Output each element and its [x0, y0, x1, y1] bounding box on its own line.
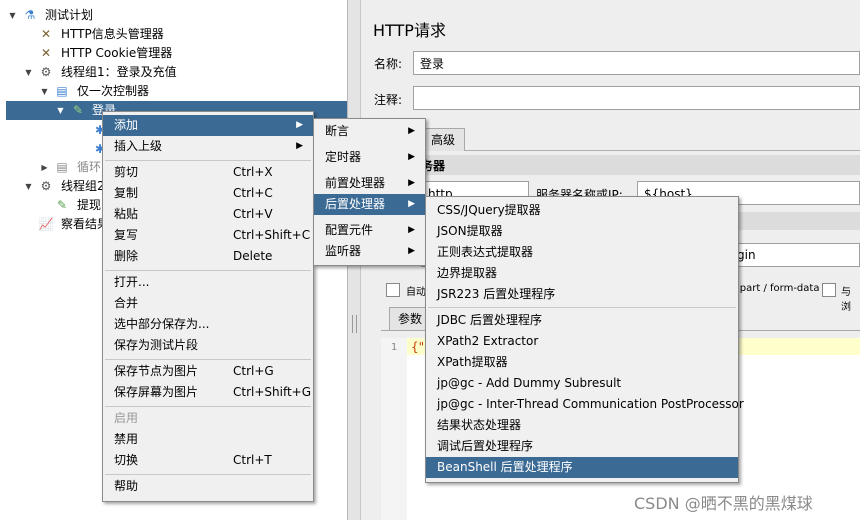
submenu-arrow-icon: ▶ — [408, 126, 415, 136]
menu-item-delete[interactable]: 删除 Delete — [103, 246, 313, 267]
controller-icon: ▤ — [56, 84, 68, 98]
multipart-label: ipart / form-data — [737, 283, 820, 294]
postprocessor-css-jquery-extractor[interactable]: CSS/JQuery提取器 — [426, 200, 738, 221]
postprocessor-inter-thread[interactable]: jp@gc - Inter-Thread Communication PostP… — [426, 394, 744, 415]
expand-toggle-icon[interactable]: ▼ — [24, 63, 33, 82]
expand-toggle-icon[interactable]: ▶ — [40, 158, 49, 177]
menu-item-cut[interactable]: 剪切 Ctrl+X — [103, 162, 313, 183]
add-submenu: 断言 ▶ 定时器 ▶ 前置处理器 ▶ 后置处理器 ▶ 配置元件 ▶ 监听器 ▶ — [313, 118, 426, 266]
submenu-arrow-icon: ▶ — [408, 246, 415, 256]
menu-item-copy[interactable]: 复制 Ctrl+C — [103, 183, 313, 204]
menu-separator — [105, 359, 311, 360]
menu-item-save-screen-image[interactable]: 保存屏幕为图片 Ctrl+Shift+G — [103, 382, 313, 403]
submenu-item-postprocessors[interactable]: 后置处理器 ▶ — [314, 194, 425, 215]
postprocessor-debug[interactable]: 调试后置处理程序 — [426, 436, 738, 457]
menu-item-open[interactable]: 打开... — [103, 272, 313, 293]
submenu-item-config-elements[interactable]: 配置元件 ▶ — [314, 220, 425, 241]
tree-node-cookie-manager[interactable]: ✕ HTTP Cookie管理器 — [0, 44, 347, 63]
menu-item-save-as-test-fragment[interactable]: 保存为测试片段 — [103, 335, 313, 356]
expand-toggle-icon[interactable]: ▼ — [24, 177, 33, 196]
line-number: 1 — [391, 342, 398, 353]
browser-headers-checkbox[interactable] — [822, 283, 836, 297]
postprocessor-json-extractor[interactable]: JSON提取器 — [426, 221, 738, 242]
menu-item-insert-parent[interactable]: 插入上级 ▶ — [103, 136, 313, 157]
name-field[interactable]: 登录 — [413, 51, 860, 75]
menu-item-disable[interactable]: 禁用 — [103, 429, 313, 450]
submenu-arrow-icon: ▶ — [296, 141, 303, 151]
gear-icon: ⚙ — [40, 179, 52, 193]
flask-icon: ⚗ — [24, 8, 36, 22]
postprocessor-submenu: CSS/JQuery提取器 JSON提取器 正则表达式提取器 边界提取器 JSR… — [425, 196, 744, 483]
tree-node-thread-group-1[interactable]: ▼ ⚙ 线程组1：登录及充值 — [0, 63, 347, 82]
context-menu: 添加 ▶ 插入上级 ▶ 剪切 Ctrl+X 复制 Ctrl+C 粘贴 Ctrl+V 复写 C… — [102, 111, 314, 502]
controller-icon: ▤ — [56, 160, 68, 174]
divider-grip[interactable] — [352, 315, 357, 333]
panel-title: HTTP请求 — [373, 21, 446, 40]
postprocessor-result-status[interactable]: 结果状态处理器 — [426, 415, 738, 436]
menu-separator — [428, 307, 736, 308]
submenu-item-listeners[interactable]: 监听器 ▶ — [314, 241, 425, 262]
menu-separator — [105, 160, 311, 161]
path-fragment: gin — [737, 248, 756, 262]
submenu-item-preprocessors[interactable]: 前置处理器 ▶ — [314, 173, 425, 194]
code-fragment: {" — [411, 340, 425, 354]
expand-toggle-icon[interactable]: ▼ — [40, 82, 49, 101]
gear-icon: ⚙ — [40, 65, 52, 79]
postprocessor-xpath2-extractor[interactable]: XPath2 Extractor — [426, 331, 738, 352]
name-label: 名称: — [374, 57, 403, 71]
submenu-item-timers[interactable]: 定时器 ▶ — [314, 147, 425, 168]
watermark: CSDN @晒不黑的黑煤球 — [634, 494, 813, 513]
expand-toggle-icon[interactable]: ▼ — [8, 6, 17, 25]
submenu-arrow-icon: ▶ — [296, 120, 303, 130]
menu-item-help[interactable]: 帮助 — [103, 476, 313, 497]
submenu-arrow-icon: ▶ — [408, 199, 415, 209]
tree-node-test-plan[interactable]: ▼ ⚗ 测试计划 — [0, 6, 347, 25]
postprocessor-jsr223[interactable]: JSR223 后置处理程序 — [426, 284, 738, 305]
browser-checkbox-label: 与浏 — [841, 287, 851, 313]
menu-separator — [105, 406, 311, 407]
submenu-arrow-icon: ▶ — [408, 152, 415, 162]
pipette-icon: ✎ — [56, 198, 68, 212]
comment-field[interactable] — [413, 86, 860, 110]
wrench-icon: ✕ — [40, 46, 52, 60]
pipette-icon: ✎ — [72, 103, 84, 117]
auto-checkbox-label: 自动 — [406, 287, 426, 298]
comment-label: 注释: — [374, 93, 403, 107]
submenu-arrow-icon: ▶ — [408, 225, 415, 235]
editor-gutter — [381, 338, 407, 520]
menu-item-paste[interactable]: 粘贴 Ctrl+V — [103, 204, 313, 225]
submenu-arrow-icon: ▶ — [408, 178, 415, 188]
tree-node-header-manager[interactable]: ✕ HTTP信息头管理器 — [0, 25, 347, 44]
menu-item-add[interactable]: 添加 ▶ — [103, 115, 313, 136]
auto-redirect-checkbox[interactable] — [386, 283, 400, 297]
menu-item-save-selection-as[interactable]: 选中部分保存为... — [103, 314, 313, 335]
postprocessor-jdbc[interactable]: JDBC 后置处理程序 — [426, 310, 738, 331]
postprocessor-xpath-extractor[interactable]: XPath提取器 — [426, 352, 738, 373]
expand-toggle-icon[interactable]: ▼ — [56, 101, 65, 120]
menu-item-save-node-image[interactable]: 保存节点为图片 Ctrl+G — [103, 361, 313, 382]
wrench-icon: ✕ — [40, 27, 52, 41]
menu-item-duplicate[interactable]: 复写 Ctrl+Shift+C — [103, 225, 313, 246]
menu-item-toggle[interactable]: 切换 Ctrl+T — [103, 450, 313, 471]
postprocessor-boundary-extractor[interactable]: 边界提取器 — [426, 263, 738, 284]
tab-advanced[interactable]: 高级 — [421, 128, 465, 151]
postprocessor-regex-extractor[interactable]: 正则表达式提取器 — [426, 242, 738, 263]
tree-node-once-only-controller[interactable]: ▼ ▤ 仅一次控制器 — [0, 82, 347, 101]
menu-item-merge[interactable]: 合并 — [103, 293, 313, 314]
menu-separator — [105, 474, 311, 475]
chart-icon: 📈 — [38, 217, 54, 231]
postprocessor-dummy-subresult[interactable]: jp@gc - Add Dummy Subresult — [426, 373, 738, 394]
menu-separator — [105, 270, 311, 271]
submenu-item-assertions[interactable]: 断言 ▶ — [314, 121, 425, 142]
postprocessor-beanshell[interactable]: BeanShell 后置处理程序 — [426, 457, 738, 478]
menu-item-enable: 启用 — [114, 411, 139, 425]
